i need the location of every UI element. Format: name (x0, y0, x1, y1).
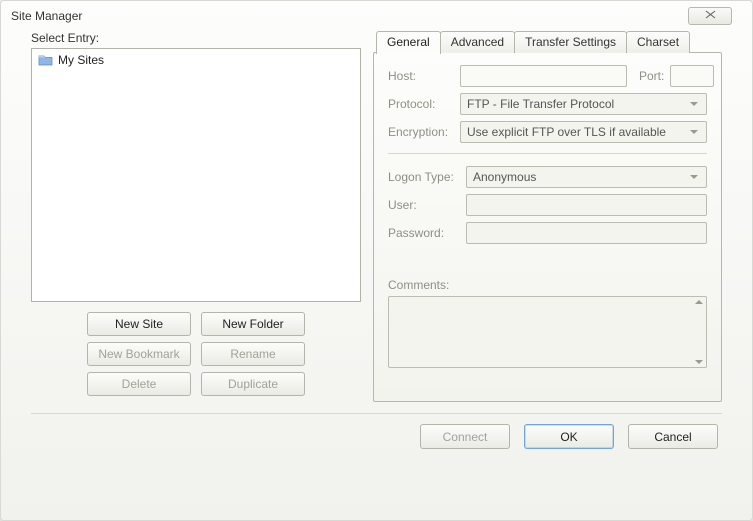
port-input[interactable] (670, 65, 714, 87)
protocol-label: Protocol: (388, 97, 454, 111)
comments-textarea (388, 296, 707, 368)
cancel-button[interactable]: Cancel (628, 424, 718, 449)
left-pane: Select Entry: My Sites New Site (31, 31, 361, 403)
duplicate-button: Duplicate (201, 372, 305, 396)
host-label: Host: (388, 69, 454, 83)
host-input[interactable] (460, 65, 627, 87)
footer-buttons: Connect OK Cancel (31, 424, 722, 449)
titlebar: Site Manager (1, 1, 752, 31)
site-tree[interactable]: My Sites (31, 48, 361, 302)
logon-type-select[interactable]: Anonymous (466, 166, 707, 188)
divider (388, 153, 707, 154)
tab-charset[interactable]: Charset (626, 31, 690, 53)
port-label: Port: (639, 69, 664, 83)
encryption-label: Encryption: (388, 125, 454, 139)
comments-section: Comments: (388, 278, 707, 368)
user-label: User: (388, 198, 460, 212)
password-label: Password: (388, 226, 460, 240)
ok-button[interactable]: OK (524, 424, 614, 449)
delete-button: Delete (87, 372, 191, 396)
user-input (466, 194, 707, 216)
site-manager-dialog: Site Manager Select Entry: (0, 0, 753, 521)
tab-advanced[interactable]: Advanced (440, 31, 515, 53)
close-icon (705, 10, 716, 22)
new-folder-button[interactable]: New Folder (201, 312, 305, 336)
protocol-value: FTP - File Transfer Protocol (467, 97, 614, 111)
rename-button: Rename (201, 342, 305, 366)
chevron-up-icon (695, 300, 703, 304)
encryption-select[interactable]: Use explicit FTP over TLS if available (460, 121, 707, 143)
general-panel: Host: Port: Protocol: FTP - File Transfe… (373, 52, 722, 402)
right-pane: General Advanced Transfer Settings Chars… (373, 31, 722, 403)
new-bookmark-button: New Bookmark (87, 342, 191, 366)
comments-scrollbar (693, 300, 704, 364)
tab-transfer-settings[interactable]: Transfer Settings (514, 31, 627, 53)
footer-divider (31, 413, 722, 414)
connect-button: Connect (420, 424, 510, 449)
folder-icon (38, 54, 53, 66)
protocol-select[interactable]: FTP - File Transfer Protocol (460, 93, 707, 115)
logon-type-label: Logon Type: (388, 170, 460, 184)
select-entry-label: Select Entry: (31, 31, 361, 45)
encryption-value: Use explicit FTP over TLS if available (467, 125, 666, 139)
tab-general[interactable]: General (376, 31, 441, 54)
dialog-body: Select Entry: My Sites New Site (1, 31, 752, 520)
tab-strip: General Advanced Transfer Settings Chars… (376, 31, 722, 53)
tree-root-label: My Sites (58, 53, 104, 67)
entry-buttons: New Site New Folder New Bookmark Rename … (31, 312, 361, 396)
new-site-button[interactable]: New Site (87, 312, 191, 336)
password-input (466, 222, 707, 244)
chevron-down-icon (695, 360, 703, 364)
tree-root-my-sites[interactable]: My Sites (35, 52, 357, 68)
close-button[interactable] (688, 7, 732, 25)
window-title: Site Manager (11, 9, 82, 23)
logon-type-value: Anonymous (473, 170, 536, 184)
comments-label: Comments: (388, 278, 707, 292)
